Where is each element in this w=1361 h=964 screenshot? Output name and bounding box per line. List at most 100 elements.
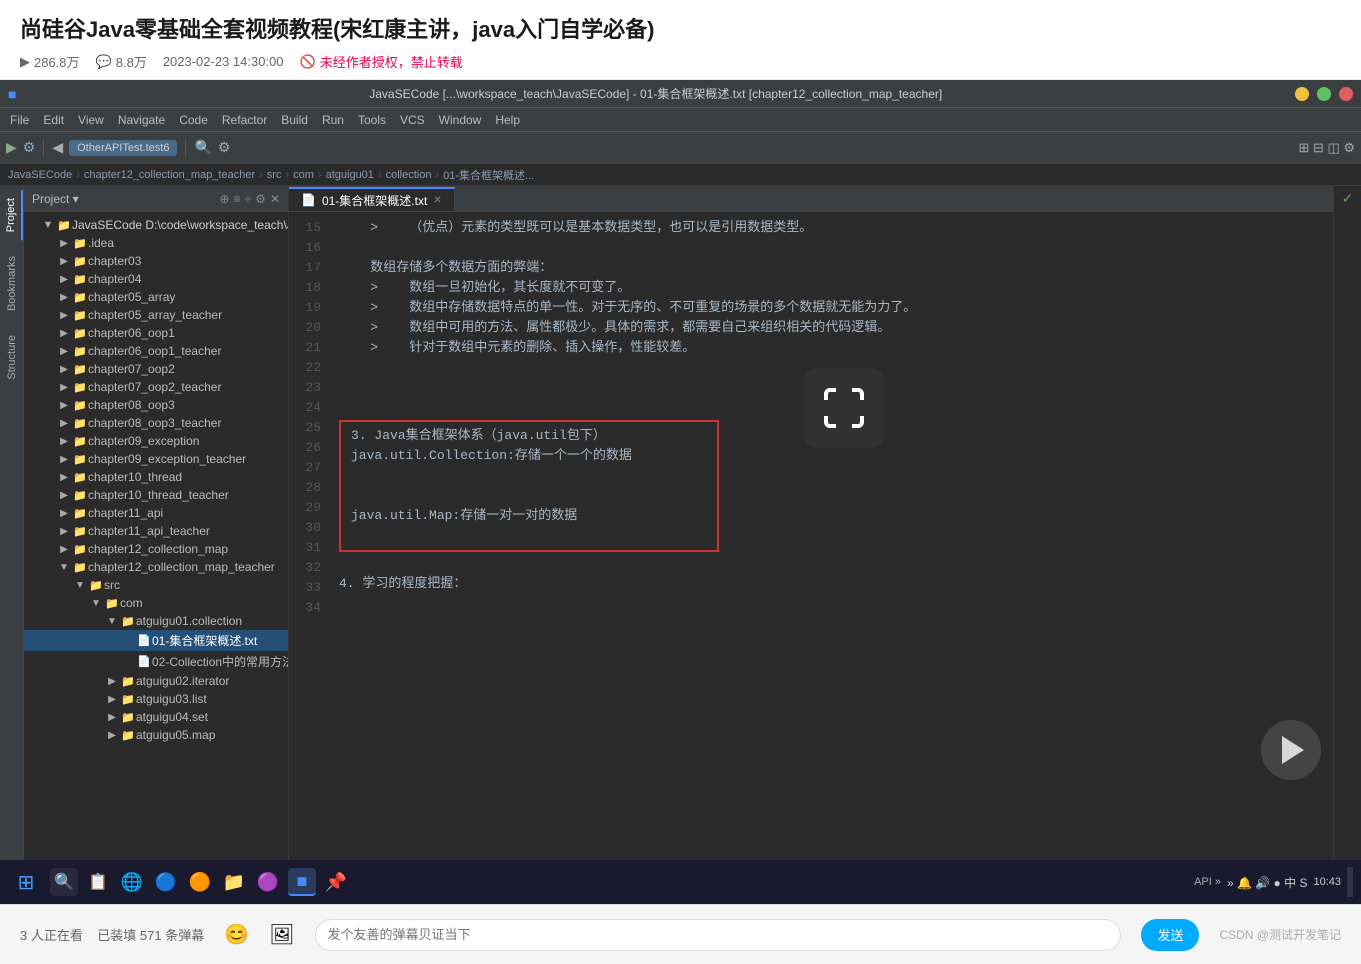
tree-item[interactable]: ▶📁chapter09_exception_teacher xyxy=(24,450,288,468)
danmu-input[interactable] xyxy=(315,919,1122,951)
show-desktop-btn[interactable] xyxy=(1347,867,1353,897)
tree-item-root[interactable]: ▼ 📁 JavaSECode D:\code\workspace_teach\J… xyxy=(24,216,288,234)
tree-item[interactable]: ▶📁chapter05_array_teacher xyxy=(24,306,288,324)
breadcrumb-chapter12[interactable]: chapter12_collection_map_teacher xyxy=(84,169,255,181)
tree-item[interactable]: ▶📁chapter03 xyxy=(24,252,288,270)
tree-item[interactable]: ▼📁chapter12_collection_map_teacher xyxy=(24,558,288,576)
tree-item[interactable]: ▶📁chapter06_oop1 xyxy=(24,324,288,342)
taskbar-app-pin[interactable]: 📌 xyxy=(322,868,350,896)
menu-run[interactable]: Run xyxy=(316,111,350,129)
tree-item[interactable]: ▶📁chapter09_exception xyxy=(24,432,288,450)
idea-icon: ■ xyxy=(297,871,308,892)
settings-icon[interactable]: ⚙ xyxy=(255,192,266,206)
tree-item[interactable]: ▶📁chapter06_oop1_teacher xyxy=(24,342,288,360)
tree-item[interactable]: ▶📁atguigu03.list xyxy=(24,690,288,708)
taskbar-right-area: API » » 🔔 🔊 ● 中 S 10:43 xyxy=(1194,867,1353,897)
tree-item[interactable]: ▶📁atguigu02.iterator xyxy=(24,672,288,690)
menu-file[interactable]: File xyxy=(4,111,35,129)
image-icon[interactable]: 🖼 xyxy=(269,922,294,947)
editor-tab-active[interactable]: 📄 01-集合框架概述.txt ✕ xyxy=(289,187,455,211)
menu-window[interactable]: Window xyxy=(433,111,488,129)
expand-icon[interactable]: ⊕ xyxy=(220,192,230,206)
tree-item[interactable]: ▶📁chapter07_oop2_teacher xyxy=(24,378,288,396)
tree-item[interactable]: ▶📁.idea xyxy=(24,234,288,252)
breadcrumb-javasecode[interactable]: JavaSECode xyxy=(8,169,72,181)
tree-item[interactable]: ▶📁atguigu04.set xyxy=(24,708,288,726)
tree-item[interactable]: ▶📁chapter11_api xyxy=(24,504,288,522)
api-text: API » xyxy=(1194,876,1221,888)
menu-build[interactable]: Build xyxy=(275,111,314,129)
tree-item[interactable]: ▶📁chapter11_api_teacher xyxy=(24,522,288,540)
menu-edit[interactable]: Edit xyxy=(37,111,70,129)
tree-item[interactable]: ▶📁chapter08_oop3_teacher xyxy=(24,414,288,432)
taskbar-app-circle[interactable]: 🔵 xyxy=(152,868,180,896)
ide-titlebar: ■ JavaSECode [...\workspace_teach\JavaSE… xyxy=(0,80,1361,108)
start-button[interactable]: ⊞ xyxy=(8,864,44,900)
taskbar-app-edge[interactable]: 🌐 xyxy=(118,868,146,896)
breadcrumb-collection[interactable]: collection xyxy=(386,169,432,181)
tree-item[interactable]: ▶📁chapter04 xyxy=(24,270,288,288)
tree-item[interactable]: 📄02-Collection中的常用方法.txt xyxy=(24,651,288,672)
tree-item[interactable]: ▼📁atguigu01.collection xyxy=(24,612,288,630)
menu-vcs[interactable]: VCS xyxy=(394,111,431,129)
tree-item[interactable]: 📄01-集合框架概述.txt xyxy=(24,630,288,651)
pin-icon: 📌 xyxy=(325,872,347,893)
menu-tools[interactable]: Tools xyxy=(352,111,392,129)
idea-logo: ■ xyxy=(8,86,16,102)
tree-item[interactable]: ▼📁com xyxy=(24,594,288,612)
menu-navigate[interactable]: Navigate xyxy=(112,111,171,129)
tree-item[interactable]: ▶📁chapter10_thread xyxy=(24,468,288,486)
sidebar-tab-bookmarks[interactable]: Bookmarks xyxy=(2,248,22,319)
menu-view[interactable]: View xyxy=(72,111,110,129)
taskbar-taskview[interactable]: 📋 xyxy=(84,868,112,896)
toolbar-back-icon[interactable]: ◀ xyxy=(52,139,63,156)
taskbar-app-purple[interactable]: 🟣 xyxy=(254,868,282,896)
menu-refactor[interactable]: Refactor xyxy=(216,111,273,129)
danmu-filled: 已装填 571 条弹幕 xyxy=(97,928,204,943)
sidebar-tab-structure[interactable]: Structure xyxy=(2,327,22,388)
minimize-btn[interactable] xyxy=(1295,87,1309,101)
toolbar-file-badge[interactable]: OtherAPITest.test6 xyxy=(69,140,177,156)
tab-close-btn[interactable]: ✕ xyxy=(433,195,441,206)
menu-help[interactable]: Help xyxy=(489,111,526,129)
close-panel-icon[interactable]: ✕ xyxy=(270,192,280,206)
smiley-icon[interactable]: 😊 xyxy=(224,922,249,947)
taskbar-app-idea[interactable]: ■ xyxy=(288,868,316,896)
taskbar-app-explorer[interactable]: 📁 xyxy=(220,868,248,896)
file-tree-panel: Project ▾ ⊕ ≡ ÷ ⚙ ✕ ▼ 📁 JavaSECode D:\co… xyxy=(24,186,289,860)
article-date: 2023-02-23 14:30:00 xyxy=(163,54,284,69)
breadcrumb-sep-4: › xyxy=(318,169,322,181)
code-editor[interactable]: 1516171819202122232425262728293031323334… xyxy=(289,212,1333,860)
tree-item[interactable]: ▶📁chapter08_oop3 xyxy=(24,396,288,414)
filter-icon[interactable]: ÷ xyxy=(245,192,252,206)
comment-count: 💬 8.8万 xyxy=(96,52,147,71)
taskbar-app-firefox[interactable]: 🟠 xyxy=(186,868,214,896)
tree-item[interactable]: ▼📁src xyxy=(24,576,288,594)
code-content[interactable]: > （优点）元素的类型既可以是基本数据类型，也可以是引用数据类型。 数组存储多个… xyxy=(329,212,1333,860)
tree-item[interactable]: ▶📁chapter12_collection_map xyxy=(24,540,288,558)
tree-item[interactable]: ▶📁atguigu05.map xyxy=(24,726,288,744)
breadcrumb-sep-2: › xyxy=(259,169,263,181)
close-btn[interactable] xyxy=(1339,87,1353,101)
breadcrumb-file[interactable]: 01-集合框架概述... xyxy=(443,167,534,183)
menu-code[interactable]: Code xyxy=(173,111,214,129)
collapse-icon[interactable]: ≡ xyxy=(234,192,241,206)
tree-item[interactable]: ▶📁chapter10_thread_teacher xyxy=(24,486,288,504)
play-overlay-btn[interactable] xyxy=(1261,720,1321,780)
breadcrumb-src[interactable]: src xyxy=(267,169,282,181)
toolbar-gear-icon[interactable]: ⚙ xyxy=(218,139,231,156)
breadcrumb-atguigu01[interactable]: atguigu01 xyxy=(326,169,374,181)
toolbar-search-icon[interactable]: 🔍 xyxy=(194,139,211,156)
tree-item[interactable]: ▶📁chapter07_oop2 xyxy=(24,360,288,378)
breadcrumb-com[interactable]: com xyxy=(293,169,314,181)
restore-btn[interactable] xyxy=(1317,87,1331,101)
fullscreen-overlay[interactable] xyxy=(804,368,884,448)
right-check-icon: ✓ xyxy=(1342,190,1354,207)
danmu-send-btn[interactable]: 发送 xyxy=(1141,919,1199,951)
tree-root-label: JavaSECode D:\code\workspace_teach\Javaa… xyxy=(72,218,288,232)
taskbar-search[interactable]: 🔍 xyxy=(50,868,78,896)
ide-controls[interactable] xyxy=(1295,87,1353,101)
sidebar-tab-project[interactable]: Project xyxy=(1,190,23,240)
ide-left-icons: ■ xyxy=(8,86,16,102)
tree-item[interactable]: ▶📁chapter05_array xyxy=(24,288,288,306)
